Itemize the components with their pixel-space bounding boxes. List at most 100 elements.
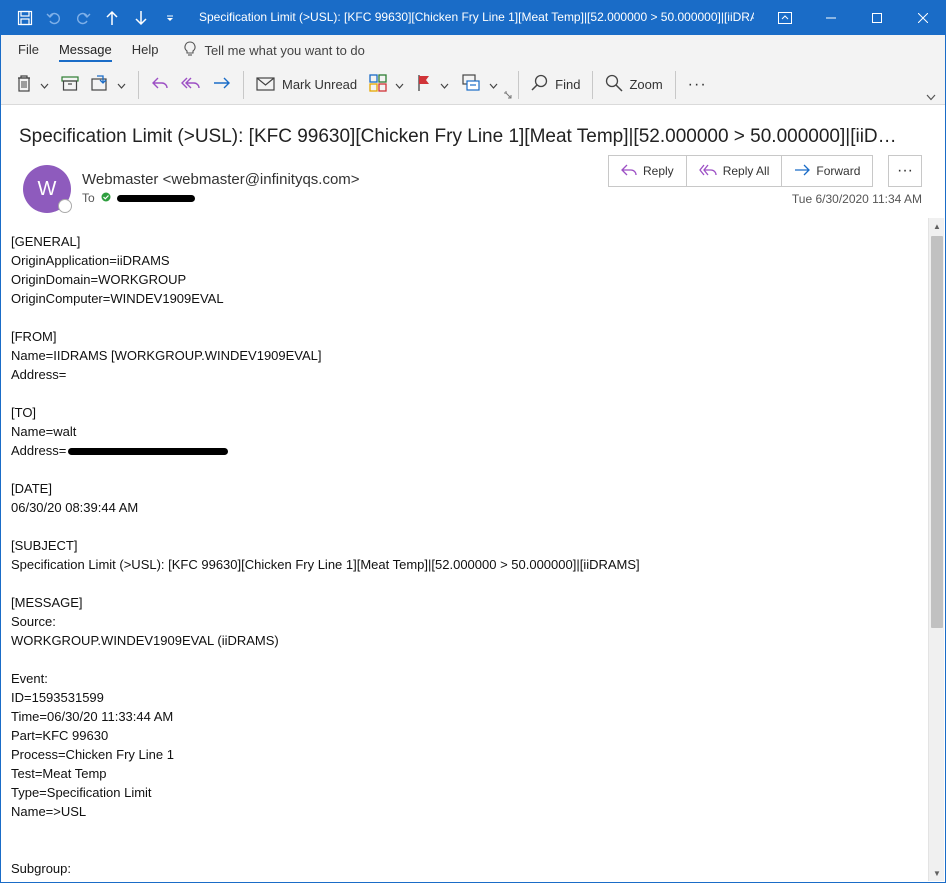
chevron-down-icon[interactable]: [926, 89, 936, 104]
chevron-down-icon[interactable]: [395, 77, 404, 92]
move-button[interactable]: [85, 69, 132, 101]
body-line: Name=IIDRAMS [WORKGROUP.WINDEV1909EVAL]: [11, 348, 322, 363]
body-line: OriginComputer=WINDEV1909EVAL: [11, 291, 224, 306]
flag-icon: [416, 74, 432, 95]
reply-button[interactable]: Reply: [609, 156, 687, 186]
body-line: [SUBJECT]: [11, 538, 78, 553]
archive-icon: [61, 75, 79, 94]
lightbulb-icon: [184, 40, 196, 60]
body-line: [11, 460, 921, 479]
body-line: ID=1593531594: [11, 878, 921, 882]
body-line: [FROM]: [11, 329, 57, 344]
move-to-folder-icon: [91, 75, 109, 94]
zoom-button[interactable]: Zoom: [599, 69, 668, 101]
chevron-down-icon[interactable]: [40, 77, 49, 92]
body-line: [11, 840, 921, 859]
body-line: Name=>USL: [11, 804, 87, 819]
chevron-down-icon[interactable]: [440, 77, 449, 92]
toolbar-divider: [138, 70, 139, 99]
menu-message[interactable]: Message: [49, 35, 122, 65]
zoom-label: Zoom: [629, 77, 663, 92]
envelope-icon: [256, 75, 276, 94]
forward-icon: [213, 76, 231, 93]
archive-button[interactable]: [55, 69, 85, 101]
title-bar: Specification Limit (>USL): [KFC 99630][…: [0, 0, 946, 35]
body-line: [11, 517, 921, 536]
forward-button[interactable]: Forward: [782, 156, 872, 186]
presence-indicator: [58, 199, 72, 213]
body-line: Event:: [11, 671, 48, 686]
delete-button[interactable]: [10, 69, 55, 101]
body-line: [11, 308, 921, 327]
scroll-down-icon[interactable]: ▼: [929, 865, 945, 881]
close-icon[interactable]: [900, 0, 946, 35]
body-line: WORKGROUP.WINDEV1909EVAL (iiDRAMS): [11, 633, 279, 648]
find-button[interactable]: Find: [525, 69, 586, 101]
follow-up-button[interactable]: [410, 69, 455, 101]
minimize-icon[interactable]: [808, 0, 854, 35]
rules-button[interactable]: [455, 69, 504, 101]
body-line: Specification Limit (>USL): [KFC 99630][…: [11, 557, 640, 572]
body-line: [GENERAL]: [11, 234, 81, 249]
message-subject: Specification Limit (>USL): [KFC 99630][…: [19, 126, 897, 147]
menu-file[interactable]: File: [8, 35, 49, 65]
body-line: Address=: [11, 367, 67, 382]
reply-all-icon: [181, 76, 201, 93]
chevron-down-icon[interactable]: [117, 77, 126, 92]
more-commands-button[interactable]: ···: [682, 69, 713, 101]
redo-icon[interactable]: [68, 0, 97, 35]
categorize-button[interactable]: [363, 69, 410, 101]
maximize-icon[interactable]: [854, 0, 900, 35]
sender-name[interactable]: Webmaster <webmaster@infinityqs.com>: [82, 171, 360, 188]
body-line: [MESSAGE]: [11, 595, 83, 610]
reply-all-button[interactable]: Reply All: [687, 156, 783, 186]
mark-unread-button[interactable]: Mark Unread: [250, 69, 363, 101]
message-actions: Reply Reply All Forward: [608, 155, 874, 187]
restore-ribbon-icon[interactable]: [762, 0, 808, 35]
body-line: [11, 821, 921, 840]
forward-toolbar-button[interactable]: [207, 69, 237, 101]
rules-icon: [461, 74, 481, 95]
body-line: Test=Meat Temp: [11, 766, 107, 781]
toolbar-divider: [674, 70, 676, 99]
body-line: Name=walt: [11, 424, 77, 439]
dialog-launcher-icon[interactable]: [504, 87, 512, 102]
search-icon: [531, 74, 549, 95]
body-line: OriginDomain=WORKGROUP: [11, 272, 187, 287]
trash-icon: [16, 74, 32, 95]
reply-label: Reply: [643, 164, 674, 178]
scroll-up-icon[interactable]: ▲: [929, 218, 945, 234]
more-actions-button[interactable]: ···: [888, 155, 922, 187]
chevron-down-icon[interactable]: [489, 77, 498, 92]
menu-help[interactable]: Help: [122, 35, 169, 65]
save-icon[interactable]: [10, 0, 39, 35]
vertical-scrollbar[interactable]: ▲ ▼: [928, 218, 944, 881]
body-line: Part=KFC 99630: [11, 728, 109, 743]
to-label: To: [82, 191, 95, 205]
undo-icon[interactable]: [39, 0, 68, 35]
reply-all-toolbar-button[interactable]: [175, 69, 207, 101]
redacted-recipient[interactable]: [116, 194, 195, 202]
toolbar-divider: [518, 70, 520, 99]
forward-icon: [794, 164, 811, 179]
zoom-icon: [605, 74, 623, 95]
body-line: [TO]: [11, 405, 37, 420]
body-line: OriginApplication=iiDRAMS: [11, 253, 170, 268]
customize-quick-access-icon[interactable]: [155, 0, 184, 35]
tell-me-box[interactable]: Tell me what you want to do: [168, 40, 365, 60]
body-line: [11, 650, 921, 669]
forward-label: Forward: [816, 164, 861, 178]
body-line: 06/30/20 08:39:44 AM: [11, 500, 139, 515]
scrollbar-thumb[interactable]: [931, 236, 943, 628]
menu-bar: File Message Help Tell me what you want …: [0, 35, 946, 65]
message-body: [GENERAL] OriginApplication=iiDRAMS Origin…: [11, 232, 921, 882]
recipient-line: To: [82, 191, 195, 205]
previous-item-icon[interactable]: [97, 0, 126, 35]
body-line: [DATE]: [11, 481, 52, 496]
body-line: Process=Chicken Fry Line 1: [11, 747, 174, 762]
check-icon: [101, 191, 111, 205]
reply-toolbar-button[interactable]: [145, 69, 175, 101]
next-item-icon[interactable]: [126, 0, 155, 35]
redacted-email-link[interactable]: [68, 448, 229, 456]
mark-unread-label: Mark Unread: [282, 77, 358, 92]
